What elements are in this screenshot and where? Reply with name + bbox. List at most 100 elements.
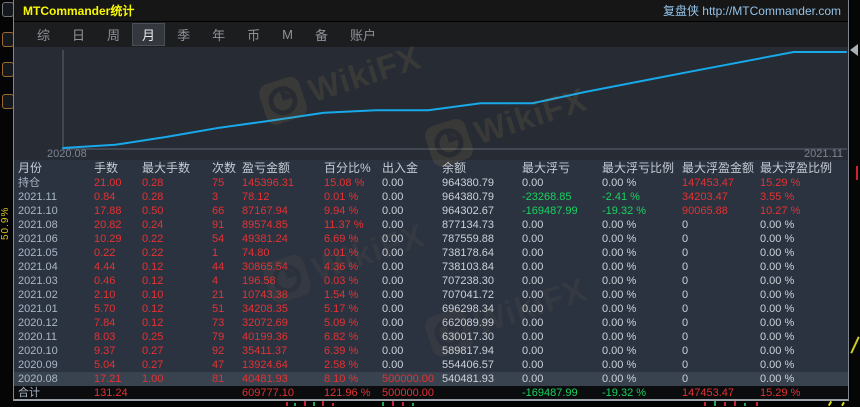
table-row-2021.05[interactable]: 2021.05 0.22 0.22 1 74.80 0.01 % 0.00 738178.64… — [14, 246, 848, 260]
table-cell: 2021.04 — [18, 261, 58, 273]
table-row-2021.06[interactable]: 2021.06 10.29 0.22 54 49381.24 6.69 % 0.00 7875… — [14, 232, 848, 246]
table-cell: 54 — [212, 233, 225, 245]
menu-item-月[interactable]: 月 — [132, 22, 166, 46]
table-cell: 6.39 % — [324, 345, 359, 357]
table-total-row[interactable]: 合计 131.24 609777.10 121.96 % 500000.00 -16948… — [14, 386, 848, 399]
table-cell: 0.00 — [382, 331, 404, 343]
table-cell: 0 — [682, 345, 689, 357]
table-cell: 34203.47 — [682, 191, 728, 203]
table-cell: 5.04 — [94, 359, 116, 371]
table-cell: 75 — [212, 177, 225, 189]
table-row-2020.12[interactable]: 2020.12 7.84 0.12 73 32072.69 5.09 % 0.00 66208… — [14, 316, 848, 330]
window-title: MTCommander统计 — [23, 4, 135, 18]
table-cell: 0.27 — [142, 345, 164, 357]
table-cell: 0.00 % — [760, 275, 795, 287]
table-row-2020.09[interactable]: 2020.09 5.04 0.27 47 13924.64 2.58 % 0.00 55440… — [14, 358, 848, 372]
table-cell — [212, 386, 242, 399]
menu-item-周[interactable]: 周 — [97, 23, 130, 46]
table-cell: 2021.08 — [18, 219, 58, 231]
table-cell: 0.00 % — [602, 331, 637, 343]
table-row-2021.08[interactable]: 2021.08 20.82 0.24 91 89574.85 11.37 % 0.00 877… — [14, 218, 848, 232]
table-cell: 0.00 % — [602, 247, 637, 259]
table-cell: 4.36 % — [324, 261, 359, 273]
table-cell: 554406.57 — [442, 359, 494, 371]
table-cell: 32072.69 — [242, 317, 288, 329]
background-candlesticks — [14, 400, 860, 407]
menu-item-M[interactable]: M — [272, 25, 303, 44]
table-cell: 9.94 % — [324, 205, 359, 217]
table-row-持仓[interactable]: 持仓 21.00 0.28 75 145396.31 15.08 % 0.00 964380.… — [14, 176, 848, 190]
table-cell: 964380.79 — [442, 191, 494, 203]
table-cell: 0.22 — [142, 233, 164, 245]
brand-link[interactable]: 复盘侠 http://MTCommander.com — [663, 2, 841, 19]
column-header: 最大手数 — [142, 161, 191, 175]
table-header-row: 月份 手数 最大手数 次数 盈亏金额 百分比% 出入金 余额 最大浮亏 最大浮亏比例 最大浮盈金额最… — [14, 160, 848, 176]
table-cell: 0.25 — [142, 331, 164, 343]
column-header: 余额 — [442, 161, 467, 175]
table-cell: 0.00 % — [602, 177, 637, 189]
table-cell: 0 — [682, 289, 689, 301]
table-cell: 0.00 % — [760, 261, 795, 273]
table-cell: 2021.10 — [18, 205, 58, 217]
table-cell: 0.00 — [522, 345, 544, 357]
table-cell: 2020.08 — [18, 373, 58, 385]
table-row-2020.08[interactable]: 2020.08 17.21 1.00 81 40481.93 8.10 % 500000.0… — [14, 372, 848, 386]
table-cell: 89574.85 — [242, 219, 288, 231]
table-cell: 196.58 — [242, 275, 276, 287]
table-cell: 0.10 — [142, 289, 164, 301]
table-cell: 0.00 — [382, 233, 404, 245]
table-cell: 0 — [682, 303, 689, 315]
menu-item-年[interactable]: 年 — [202, 23, 235, 46]
table-cell: 5.70 — [94, 303, 116, 315]
table-row-2021.03[interactable]: 2021.03 0.46 0.12 4 196.58 0.03 % 0.00 707238.3… — [14, 274, 848, 288]
table-cell: 90065.88 — [682, 205, 728, 217]
table-cell: 1 — [212, 247, 219, 259]
table-cell: 0.00 % — [760, 345, 795, 357]
column-header: 次数 — [212, 161, 237, 175]
menu-item-日[interactable]: 日 — [62, 23, 95, 46]
table-row-2021.02[interactable]: 2021.02 2.10 0.10 21 10743.38 1.54 % 0.00 70704… — [14, 288, 848, 302]
menu-item-季[interactable]: 季 — [167, 23, 200, 46]
table-cell: 30865.54 — [242, 261, 288, 273]
table-cell: 15.08 % — [324, 177, 365, 189]
menu-item-币[interactable]: 币 — [237, 23, 270, 46]
menu-item-账户[interactable]: 账户 — [340, 23, 386, 46]
table-row-2020.10[interactable]: 2020.10 9.37 0.27 92 35411.37 6.39 % 0.00 58981… — [14, 344, 848, 358]
table-cell: 2021.03 — [18, 275, 58, 287]
table-row-2020.11[interactable]: 2020.11 8.03 0.25 79 40199.36 6.82 % 0.00 63001… — [14, 330, 848, 344]
table-cell: 877134.73 — [442, 219, 494, 231]
table-cell: 964302.67 — [442, 205, 494, 217]
table-cell: 0.00 % — [602, 317, 637, 329]
table-cell: 7.84 — [94, 317, 116, 329]
menu-item-综[interactable]: 综 — [27, 23, 60, 46]
table-cell: 707238.30 — [442, 275, 494, 287]
table-cell: 6.82 % — [324, 331, 359, 343]
table-cell: 49381.24 — [242, 233, 288, 245]
table-cell: 0.22 — [94, 247, 116, 259]
table-row-2021.11[interactable]: 2021.11 0.84 0.28 3 78.12 0.01 % 0.00 964380.79… — [14, 190, 848, 204]
table-cell: -169487.99 — [522, 205, 578, 217]
table-cell: 0.00 — [382, 345, 404, 357]
table-row-2021.10[interactable]: 2021.10 17.88 0.50 66 87167.94 9.94 % 0.00 9643… — [14, 204, 848, 218]
table-cell: 696298.34 — [442, 303, 494, 315]
table-cell: 17.88 — [94, 205, 122, 217]
table-cell: 8.03 — [94, 331, 116, 343]
menu-item-备[interactable]: 备 — [305, 23, 338, 46]
table-cell: -19.32 % — [602, 387, 647, 399]
equity-chart-svg — [62, 50, 847, 150]
table-cell: 0.00 % — [602, 359, 637, 371]
table-cell: 0.00 % — [602, 233, 637, 245]
table-cell: 0 — [682, 275, 689, 287]
table-cell: -19.32 % — [602, 205, 647, 217]
table-cell: 500000.00 — [382, 387, 434, 399]
table-cell: 0.00 — [522, 247, 544, 259]
table-cell: 662089.99 — [442, 317, 494, 329]
table-cell: 121.96 % — [324, 387, 371, 399]
table-cell: -23268.85 — [522, 191, 572, 203]
table-cell: 81 — [212, 373, 225, 385]
table-cell: 787559.88 — [442, 233, 494, 245]
table-row-2021.04[interactable]: 2021.04 4.44 0.12 44 30865.54 4.36 % 0.00 73810… — [14, 260, 848, 274]
table-cell: 4.44 — [94, 261, 116, 273]
table-row-2021.01[interactable]: 2021.01 5.70 0.12 51 34208.35 5.17 % 0.00 69629… — [14, 302, 848, 316]
table-cell: 10.27 % — [760, 205, 801, 217]
